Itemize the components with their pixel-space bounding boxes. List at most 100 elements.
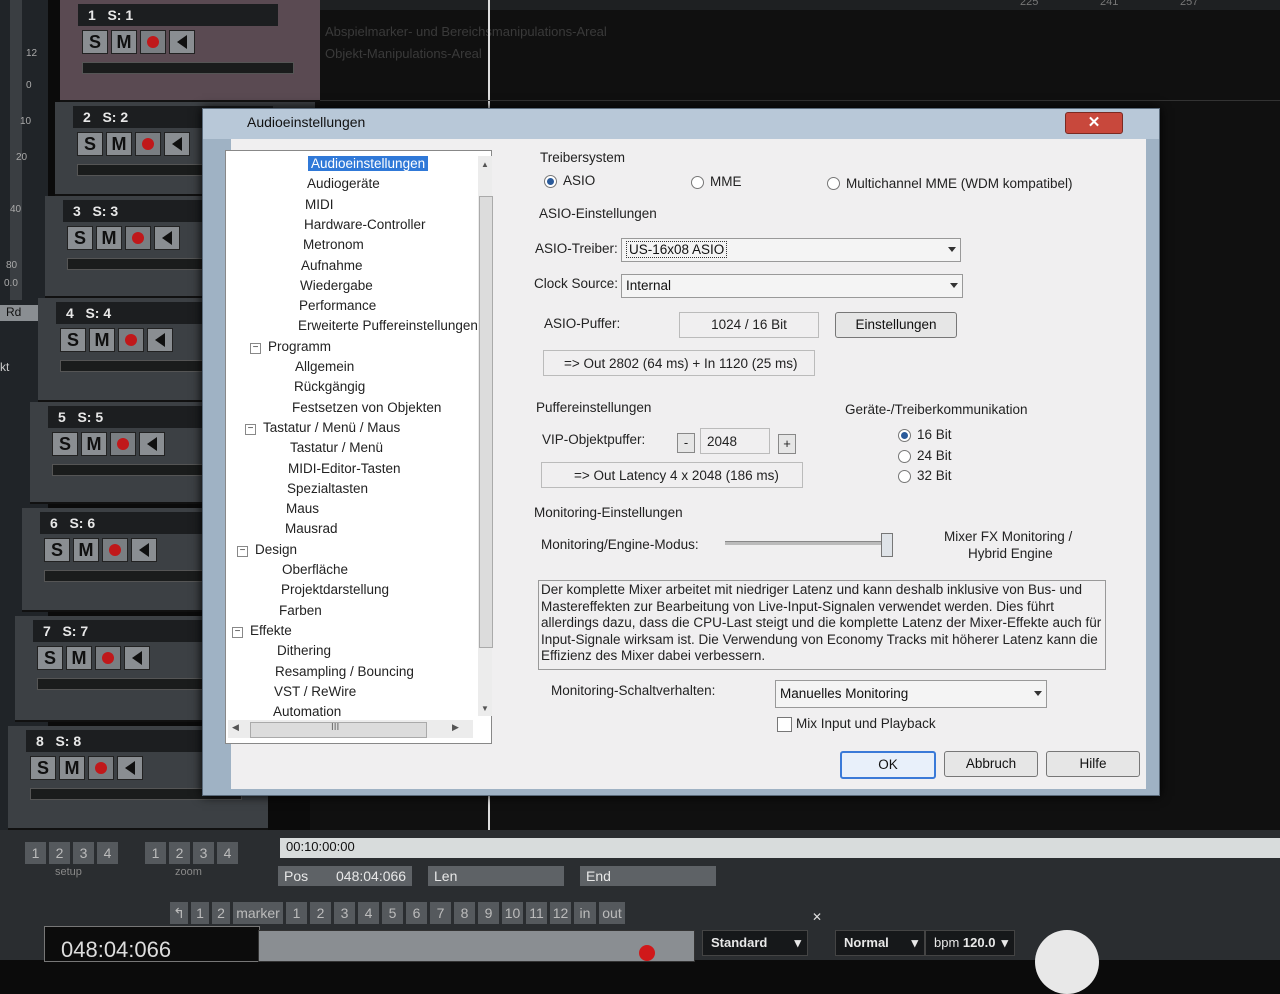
setup-4-button[interactable]: 4 [97, 842, 118, 864]
tree-collapse-icon[interactable]: − [250, 342, 261, 354]
bpm-field[interactable]: bpm 120.0 ▾ [925, 930, 1015, 956]
tree-item[interactable]: Farben [279, 603, 322, 618]
mme-radio[interactable] [691, 176, 704, 189]
record-icon[interactable] [125, 226, 151, 250]
read-button[interactable]: Rd [0, 305, 40, 321]
mute-button[interactable]: M [111, 30, 137, 54]
solo-button[interactable]: S [30, 756, 56, 780]
ok-button[interactable]: OK [840, 751, 936, 779]
solo-button[interactable]: S [52, 432, 78, 456]
standard-select[interactable]: Standard ▾ [702, 930, 808, 956]
tree-item[interactable]: Metronom [303, 237, 364, 252]
tree-item[interactable]: Festsetzen von Objekten [292, 400, 441, 415]
tree-item[interactable]: Projektdarstellung [281, 582, 389, 597]
close-button[interactable]: ✕ [1065, 112, 1123, 134]
record-icon[interactable] [102, 538, 128, 562]
16bit-label[interactable]: 16 Bit [917, 427, 952, 442]
16bit-radio[interactable] [898, 429, 911, 442]
tree-item[interactable]: Performance [299, 298, 376, 313]
setup-2-button[interactable]: 2 [49, 842, 70, 864]
monitor-speaker-icon[interactable] [147, 328, 173, 352]
marker-10-button[interactable]: 10 [502, 902, 523, 924]
track-1[interactable]: 1 S: 1 SM [60, 0, 320, 102]
record-icon[interactable] [118, 328, 144, 352]
cancel-button[interactable]: Abbruch [944, 751, 1038, 777]
marker-12-button[interactable]: 12 [550, 902, 571, 924]
tree-item[interactable]: Spezialtasten [287, 481, 368, 496]
record-icon[interactable] [135, 132, 161, 156]
record-icon[interactable] [140, 30, 166, 54]
mme-radio-label[interactable]: MME [710, 174, 742, 189]
32bit-radio[interactable] [898, 470, 911, 483]
marker-4-button[interactable]: 4 [358, 902, 379, 924]
tree-item[interactable]: Tastatur / Menü / Maus [263, 420, 400, 435]
setup-1-button[interactable]: 1 [25, 842, 46, 864]
monitoring-mode-slider[interactable] [725, 541, 890, 545]
marker-9-button[interactable]: 9 [478, 902, 499, 924]
scroll-thumb[interactable] [479, 196, 493, 648]
marker-1-button[interactable]: 1 [286, 902, 307, 924]
tree-item[interactable]: Design [255, 542, 297, 557]
tree-item[interactable]: Aufnahme [301, 258, 363, 273]
asio-driver-select[interactable]: US-16x08 ASIO [621, 238, 961, 262]
dialog-titlebar[interactable]: Audioeinstellungen ✕ [203, 109, 1159, 139]
settings-tree[interactable]: Audioeinstellungen Audiogeräte MIDI Hardwar… [225, 150, 492, 744]
marker-out-button[interactable]: out [599, 902, 625, 924]
tree-item[interactable]: Programm [268, 339, 331, 354]
vip-buffer-input[interactable]: 2048 [700, 428, 770, 454]
asio-radio[interactable] [544, 175, 557, 188]
solo-button[interactable]: S [60, 328, 86, 352]
marker-5-button[interactable]: 5 [382, 902, 403, 924]
mute-button[interactable]: M [66, 646, 92, 670]
asio-radio-label[interactable]: ASIO [563, 173, 595, 188]
marker-2-button[interactable]: 2 [310, 902, 331, 924]
tree-item[interactable]: MIDI [305, 197, 334, 212]
marker-in-button[interactable]: in [574, 902, 596, 924]
transport-controls[interactable] [258, 930, 695, 962]
mute-button[interactable]: M [96, 226, 122, 250]
tree-item[interactable]: Automation [273, 704, 341, 719]
switch-behavior-select[interactable]: Manuelles Monitoring [775, 680, 1047, 708]
record-icon[interactable] [95, 646, 121, 670]
tree-item[interactable]: Effekte [250, 623, 292, 638]
mute-button[interactable]: M [59, 756, 85, 780]
track-header[interactable]: 1 S: 1 [78, 4, 278, 26]
mix-input-checkbox[interactable] [777, 717, 792, 732]
mute-button[interactable]: M [81, 432, 107, 456]
monitor-speaker-icon[interactable] [124, 646, 150, 670]
marker-11-button[interactable]: 11 [526, 902, 547, 924]
timeline-ruler[interactable]: 00:10:00:00 [280, 838, 1280, 858]
tree-item[interactable]: Tastatur / Menü [290, 440, 383, 455]
close-small-icon[interactable]: ✕ [812, 910, 822, 924]
monitor-speaker-icon[interactable] [164, 132, 190, 156]
monitor-speaker-icon[interactable] [139, 432, 165, 456]
tree-item[interactable]: Allgemein [295, 359, 354, 374]
track-header[interactable]: 8 S: 8 [26, 730, 226, 752]
24bit-radio[interactable] [898, 450, 911, 463]
tree-item[interactable]: Oberfläche [282, 562, 348, 577]
solo-button[interactable]: S [77, 132, 103, 156]
tree-collapse-icon[interactable]: − [237, 545, 248, 557]
tree-horizontal-scrollbar[interactable]: ◀ III ▶ [228, 720, 473, 738]
clock-source-select[interactable]: Internal [621, 274, 963, 298]
record-icon[interactable] [88, 756, 114, 780]
monitor-speaker-icon[interactable] [131, 538, 157, 562]
tree-collapse-icon[interactable]: − [245, 423, 256, 435]
setup-3-button[interactable]: 3 [73, 842, 94, 864]
scroll-right-icon[interactable]: ▶ [452, 722, 459, 733]
zoom-1-button[interactable]: 1 [145, 842, 166, 864]
marker-3-button[interactable]: 3 [334, 902, 355, 924]
tree-item[interactable]: Rückgängig [294, 379, 365, 394]
tree-item[interactable]: Audiogeräte [307, 176, 380, 191]
tree-item[interactable]: Dithering [277, 643, 331, 658]
monitor-speaker-icon[interactable] [169, 30, 195, 54]
top-ruler[interactable] [310, 0, 1280, 10]
scroll-left-icon[interactable]: ◀ [232, 722, 239, 733]
tree-item[interactable]: Maus [286, 501, 319, 516]
tree-vertical-scrollbar[interactable]: ▲ ▼ [478, 156, 493, 716]
32bit-label[interactable]: 32 Bit [917, 468, 952, 483]
vip-buffer-plus-button[interactable]: + [778, 434, 796, 454]
marker-left-2[interactable]: 2 [212, 902, 230, 924]
zoom-4-button[interactable]: 4 [217, 842, 238, 864]
tree-item[interactable]: Audioeinstellungen [308, 156, 429, 171]
